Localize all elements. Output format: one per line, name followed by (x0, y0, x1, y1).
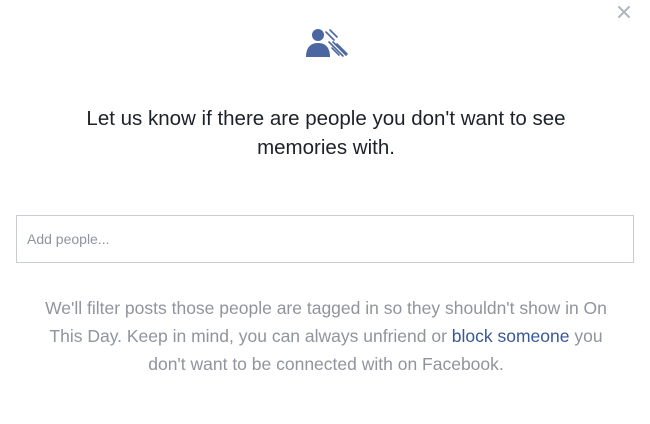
people-hidden-icon (306, 29, 348, 57)
block-someone-link[interactable]: block someone (452, 326, 570, 346)
close-icon (618, 6, 630, 18)
memories-filter-dialog: Let us know if there are people you don'… (0, 0, 650, 424)
add-people-input[interactable] (16, 215, 634, 263)
close-button[interactable] (614, 2, 634, 22)
explanation-text: We'll filter posts those people are tagg… (40, 294, 612, 378)
prompt-text: Let us know if there are people you don'… (86, 107, 566, 159)
